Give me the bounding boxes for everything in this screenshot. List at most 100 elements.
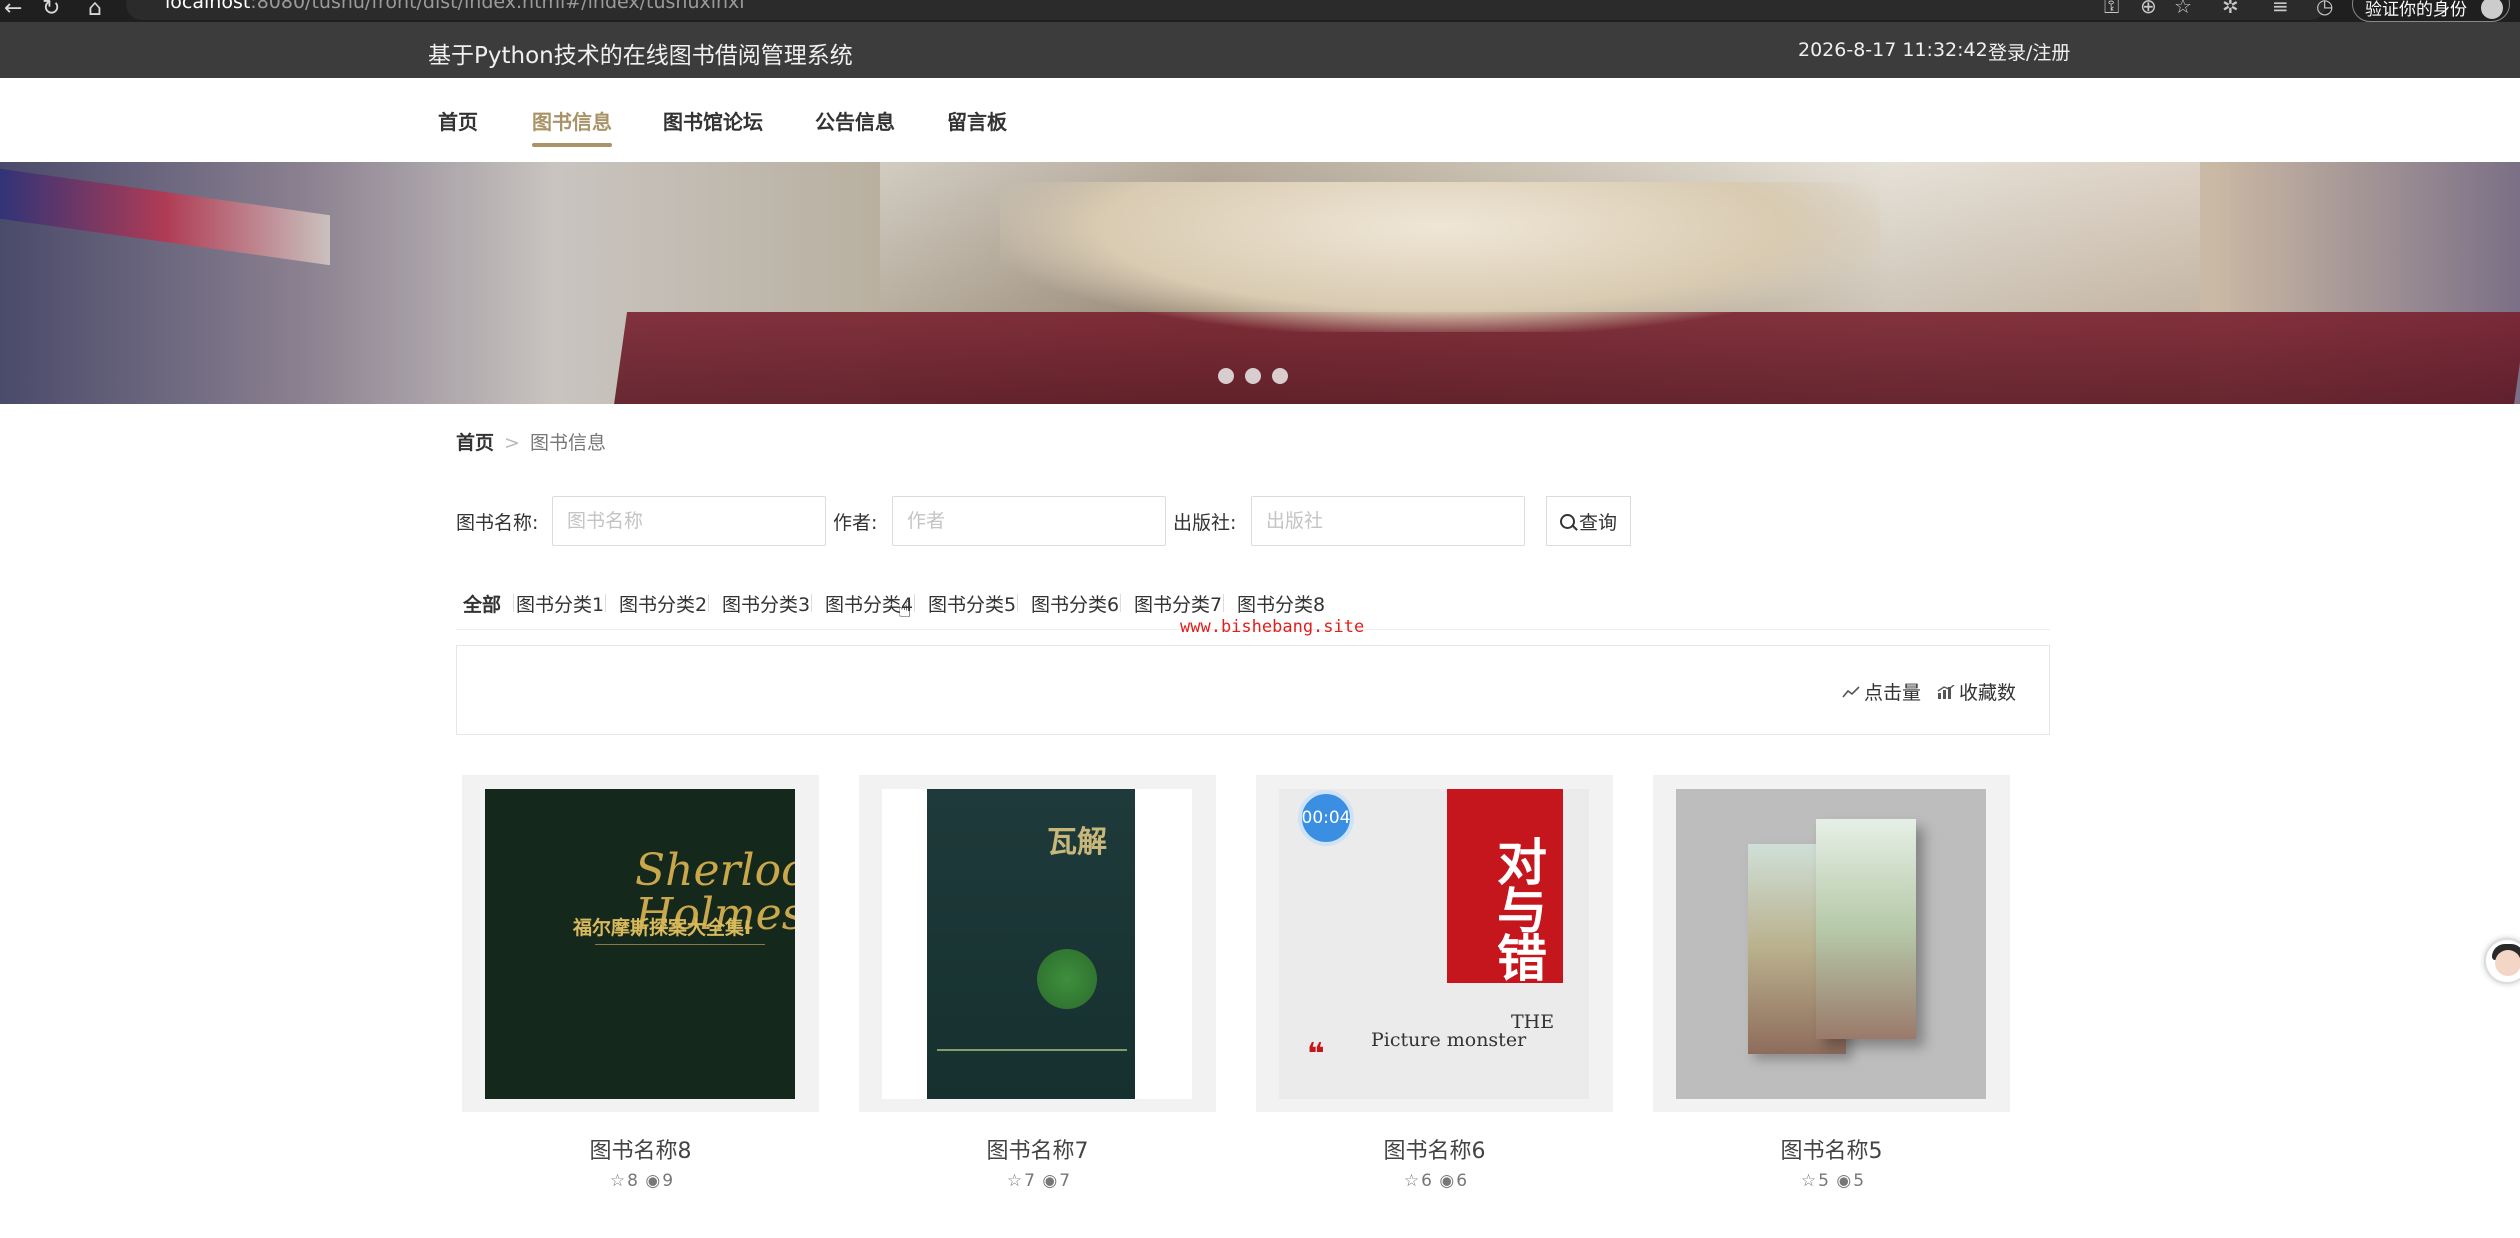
- watermark-text: www.bishebang.site: [1180, 617, 1365, 637]
- publisher-input[interactable]: [1251, 496, 1525, 546]
- carousel-dot-2[interactable]: [1245, 368, 1261, 384]
- author-input[interactable]: [892, 496, 1166, 546]
- current-datetime: 2026-8-17 11:32:42: [1798, 39, 1988, 61]
- reading-list-icon[interactable]: ≡: [2272, 0, 2289, 18]
- trend-icon: [1842, 685, 1860, 698]
- category-separator: [605, 594, 606, 612]
- book-card[interactable]: 瓦解: [859, 775, 1216, 1112]
- book-stats: ☆ 6 ◉ 6: [1256, 1171, 1613, 1191]
- url-text[interactable]: localhost:8080/tushu/front/dist/index.ht…: [165, 0, 745, 13]
- browser-toolbar: ← ↻ ⌂ localhost:8080/tushu/front/dist/in…: [0, 0, 2520, 22]
- view-icon: ◉: [1042, 1171, 1058, 1191]
- cover-book-front: [1816, 819, 1916, 1039]
- favorite-count: 6: [1421, 1171, 1432, 1191]
- cover-rule: [595, 944, 765, 968]
- book-card[interactable]: Sherlock Holmes 福尔摩斯探案大全集Ⅰ: [462, 775, 819, 1112]
- book-stats: ☆ 7 ◉ 7: [859, 1171, 1216, 1191]
- sort-by-clicks-label: 点击量: [1864, 682, 1922, 704]
- category-1[interactable]: 图书分类1: [516, 590, 604, 617]
- nav-home[interactable]: 首页: [438, 106, 478, 135]
- cover-ground: [937, 1049, 1127, 1089]
- url-path: :8080/tushu/front/dist/index.html#/index…: [250, 0, 745, 13]
- cover-art: 瓦解: [927, 789, 1135, 1099]
- chart-icon: [1937, 684, 1955, 699]
- back-icon[interactable]: ←: [4, 0, 22, 21]
- category-separator: [513, 594, 514, 612]
- category-5[interactable]: 图书分类5: [928, 590, 1016, 617]
- view-icon: ◉: [1836, 1171, 1852, 1191]
- history-icon[interactable]: ◷: [2316, 0, 2333, 18]
- view-count: 7: [1059, 1171, 1071, 1191]
- publisher-label: 出版社:: [1173, 512, 1237, 534]
- category-separator: [708, 594, 709, 612]
- favorite-count: 8: [627, 1171, 638, 1191]
- favorite-count: 7: [1024, 1171, 1035, 1191]
- book-card[interactable]: [1653, 775, 2010, 1112]
- breadcrumb-current: 图书信息: [529, 432, 606, 454]
- book-title[interactable]: 图书名称5: [1653, 1133, 2010, 1165]
- book-stats: ☆ 5 ◉ 5: [1653, 1171, 2010, 1191]
- reload-icon[interactable]: ↻: [42, 0, 60, 21]
- top-bar: 基于Python技术的在线图书借阅管理系统 2026-8-17 11:32:42…: [0, 22, 2520, 78]
- star-icon[interactable]: ☆: [2174, 0, 2192, 18]
- cover-title: 瓦解: [1047, 825, 1107, 860]
- book-stats: ☆ 8 ◉ 9: [462, 1171, 819, 1191]
- book-cover: [1676, 789, 1986, 1099]
- search-button[interactable]: 查询: [1546, 496, 1631, 546]
- book-name-label: 图书名称:: [456, 512, 539, 534]
- breadcrumb-home[interactable]: 首页: [456, 432, 494, 454]
- book-title[interactable]: 图书名称8: [462, 1133, 819, 1165]
- nav-announcements[interactable]: 公告信息: [815, 106, 895, 135]
- login-register-link[interactable]: 登录/注册: [1988, 38, 2070, 65]
- nav-book-info[interactable]: 图书信息: [532, 106, 612, 147]
- nav-message-board[interactable]: 留言板: [947, 106, 1007, 135]
- home-icon[interactable]: ⌂: [88, 0, 102, 21]
- url-host: localhost: [165, 0, 251, 13]
- favorite-count: 5: [1818, 1171, 1829, 1191]
- breadcrumb: 首页 > 图书信息: [456, 428, 606, 455]
- zoom-icon[interactable]: ⊕: [2140, 0, 2157, 18]
- cover-title: 对与错: [1497, 834, 1547, 988]
- quote-icon: ❝: [1307, 1037, 1325, 1072]
- book-title[interactable]: 图书名称7: [859, 1133, 1216, 1165]
- banner-open-book: [1000, 182, 1880, 332]
- category-separator: [914, 594, 915, 612]
- banner-decor: [0, 168, 330, 266]
- cover-title: 福尔摩斯探案大全集Ⅰ: [573, 917, 752, 939]
- extensions-icon[interactable]: ✲: [2222, 0, 2239, 18]
- profile-avatar: [2481, 0, 2503, 19]
- site-title: 基于Python技术的在线图书借阅管理系统: [428, 43, 853, 69]
- carousel-dot-1[interactable]: [1218, 368, 1234, 384]
- book-title[interactable]: 图书名称6: [1256, 1133, 1613, 1165]
- book-cover: 瓦解: [882, 789, 1192, 1099]
- profile-label: 验证你的身份: [2365, 0, 2467, 20]
- nav-library-forum[interactable]: 图书馆论坛: [663, 106, 763, 135]
- sort-by-clicks[interactable]: 点击量: [1842, 678, 1921, 705]
- category-7[interactable]: 图书分类7: [1134, 590, 1222, 617]
- profile-button[interactable]: 验证你的身份: [2352, 0, 2510, 22]
- carousel-dot-3[interactable]: [1272, 368, 1288, 384]
- category-3[interactable]: 图书分类3: [722, 590, 810, 617]
- category-separator: [1223, 594, 1224, 612]
- mouse-cursor-icon: ☝: [898, 598, 912, 623]
- category-6[interactable]: 图书分类6: [1031, 590, 1119, 617]
- sort-bar: 点击量 收藏数: [456, 645, 2050, 735]
- category-8[interactable]: 图书分类8: [1237, 590, 1325, 617]
- favorite-icon: ☆: [1800, 1171, 1817, 1191]
- category-all[interactable]: 全部: [463, 590, 501, 617]
- chat-assistant-avatar[interactable]: [2484, 938, 2520, 984]
- category-2[interactable]: 图书分类2: [619, 590, 707, 617]
- book-cover: Sherlock Holmes 福尔摩斯探案大全集Ⅰ: [485, 789, 795, 1099]
- view-count: 6: [1456, 1171, 1468, 1191]
- author-label: 作者:: [833, 512, 878, 534]
- favorite-icon: ☆: [1403, 1171, 1420, 1191]
- timer-badge[interactable]: 00:04: [1298, 790, 1354, 846]
- banner-carousel[interactable]: [0, 162, 2520, 404]
- category-separator: [811, 594, 812, 612]
- search-button-label: 查询: [1578, 511, 1617, 534]
- breadcrumb-separator: >: [504, 432, 520, 454]
- sort-by-favorites[interactable]: 收藏数: [1937, 678, 2016, 705]
- key-icon[interactable]: ⚿: [2104, 0, 2119, 18]
- view-count: 9: [662, 1171, 674, 1191]
- book-name-input[interactable]: [552, 496, 826, 546]
